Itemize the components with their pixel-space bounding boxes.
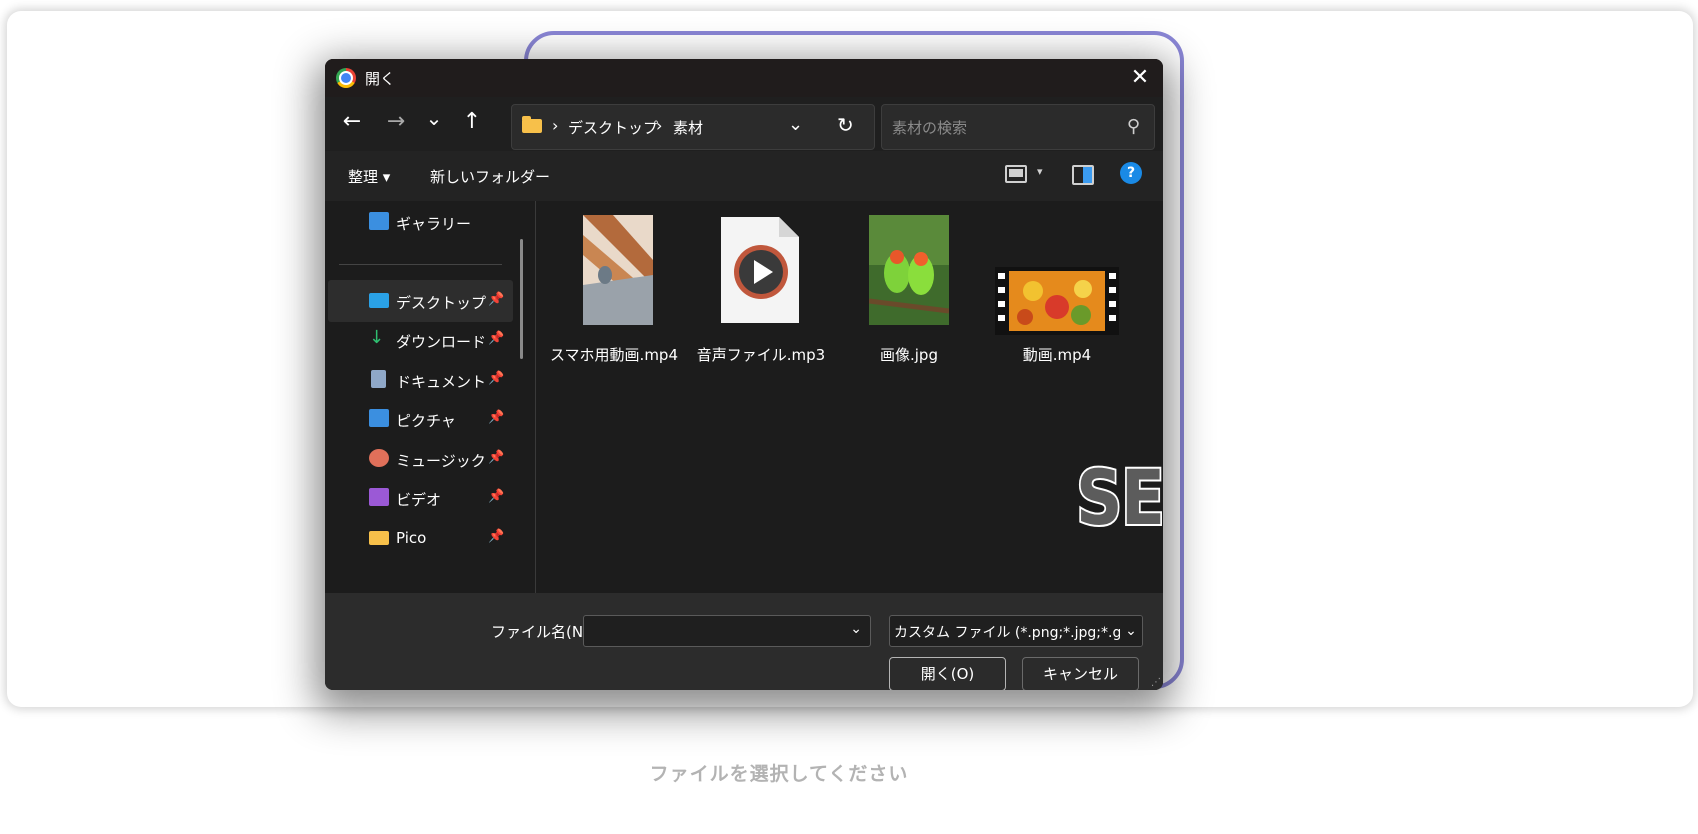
file-type-value: カスタム ファイル (*.png;*.jpg;*.gif;	[894, 625, 1135, 641]
file-item[interactable]: 音声ファイル.mp3	[686, 215, 836, 375]
file-item[interactable]: 動画.mp4	[982, 215, 1132, 375]
sidebar-item-downloads[interactable]: ↓ ダウンロード 📌	[328, 319, 513, 361]
command-bar: 整理 ▾ 新しいフォルダー ▾ ?	[325, 151, 1163, 201]
search-icon[interactable]: ⚲	[1127, 116, 1140, 137]
document-icon	[371, 370, 386, 388]
resize-grip-icon[interactable]: ⋰	[1151, 677, 1161, 688]
new-folder-button[interactable]: 新しいフォルダー	[430, 166, 550, 187]
pin-icon[interactable]: 📌	[488, 529, 504, 544]
organize-menu[interactable]: 整理 ▾	[348, 166, 390, 187]
chrome-icon	[336, 68, 356, 88]
file-list: スマホ用動画.mp4 音声ファイル.mp3 画像.jpg 動画.mp4 SE	[536, 201, 1163, 593]
sidebar-divider	[339, 264, 502, 265]
dialog-title: 開く	[365, 70, 396, 88]
sidebar-item-label: ダウンロード	[396, 333, 487, 351]
film-thumbnail-icon	[995, 267, 1119, 335]
search-box[interactable]: 素材の検索 ⚲	[881, 104, 1155, 150]
sidebar-item-label: デスクトップ	[396, 294, 487, 312]
sidebar-item-pico[interactable]: Pico 📌	[328, 517, 513, 559]
back-button[interactable]: ←	[337, 107, 367, 137]
pin-icon[interactable]: 📌	[488, 292, 504, 307]
file-name: 音声ファイル.mp3	[696, 346, 826, 364]
pictures-icon	[369, 409, 389, 427]
close-button[interactable]: ✕	[1117, 59, 1163, 97]
sidebar-item-label: ドキュメント	[396, 373, 487, 391]
pin-icon[interactable]: 📌	[488, 410, 504, 425]
file-item[interactable]: 画像.jpg	[834, 215, 984, 375]
folder-icon	[369, 531, 389, 545]
filename-label: ファイル名(N):	[491, 623, 594, 641]
up-button[interactable]: ↑	[457, 107, 487, 137]
title-bar: 開く ✕	[325, 59, 1163, 97]
recent-locations-button[interactable]: ⌄	[419, 103, 449, 133]
breadcrumb-current-folder[interactable]: 素材	[673, 117, 703, 138]
breadcrumb-desktop[interactable]: デスクトップ	[568, 117, 658, 138]
desktop-icon	[369, 293, 389, 308]
pin-icon[interactable]: 📌	[488, 331, 504, 346]
file-name: 画像.jpg	[880, 346, 938, 364]
file-name: スマホ用動画.mp4	[550, 346, 678, 364]
pin-icon[interactable]: 📌	[488, 371, 504, 386]
navigation-bar: ← → ⌄ ↑ › デスクトップ › 素材 ⌄ ↻ 素材の検索 ⚲	[325, 97, 1163, 151]
select-overlay-text: SELECT	[1074, 451, 1163, 544]
view-mode-icon[interactable]	[1005, 165, 1027, 183]
file-item[interactable]: スマホ用動画.mp4	[539, 215, 689, 375]
sidebar-item-music[interactable]: ミュージック 📌	[328, 438, 513, 480]
sidebar-item-videos[interactable]: ビデオ 📌	[328, 477, 513, 519]
image-thumbnail-icon	[869, 215, 949, 325]
sidebar-item-label: Pico	[396, 529, 427, 547]
videos-icon	[369, 488, 389, 506]
open-button[interactable]: 開く(O)	[889, 657, 1006, 690]
music-icon	[369, 449, 389, 467]
address-history-chevron-icon[interactable]: ⌄	[788, 114, 803, 135]
pin-icon[interactable]: 📌	[488, 450, 504, 465]
cancel-button[interactable]: キャンセル	[1022, 657, 1139, 690]
file-type-select[interactable]: カスタム ファイル (*.png;*.jpg;*.gif; ⌄	[889, 615, 1143, 647]
sidebar-scrollbar[interactable]	[520, 239, 523, 359]
instruction-caption: ファイルを選択してください	[649, 763, 909, 785]
sidebar-item-label: ビデオ	[396, 491, 442, 509]
dialog-footer: ファイル名(N): ⌄ カスタム ファイル (*.png;*.jpg;*.gif…	[325, 593, 1163, 690]
folder-icon	[522, 116, 542, 133]
sidebar-item-pictures[interactable]: ピクチャ 📌	[328, 398, 513, 440]
open-file-dialog: 開く ✕ ← → ⌄ ↑ › デスクトップ › 素材 ⌄ ↻ 素材の検索 ⚲ 整…	[325, 59, 1163, 690]
video-thumbnail-icon	[583, 215, 653, 325]
view-mode-chevron-icon[interactable]: ▾	[1037, 165, 1043, 178]
forward-button[interactable]: →	[381, 107, 411, 137]
download-icon: ↓	[369, 327, 385, 348]
chevron-down-icon[interactable]: ⌄	[850, 621, 862, 637]
sidebar-item-gallery[interactable]: ギャラリー	[328, 201, 513, 243]
search-input[interactable]: 素材の検索	[892, 117, 967, 138]
audio-file-icon	[721, 217, 799, 323]
refresh-icon[interactable]: ↻	[837, 113, 854, 137]
gallery-icon	[369, 212, 389, 230]
filename-field[interactable]: ⌄	[583, 615, 871, 647]
chevron-down-icon[interactable]: ⌄	[1120, 616, 1142, 646]
navigation-pane: ギャラリー デスクトップ 📌 ↓ ダウンロード 📌 ドキュメント 📌 ピクチャ …	[325, 201, 523, 593]
sidebar-item-label: ギャラリー	[396, 215, 472, 233]
breadcrumb-separator: ›	[552, 116, 559, 135]
sidebar-item-label: ミュージック	[396, 452, 486, 470]
sidebar-item-label: ピクチャ	[396, 412, 456, 430]
breadcrumb-separator: ›	[656, 116, 663, 135]
sidebar-item-desktop[interactable]: デスクトップ 📌	[328, 280, 513, 322]
preview-pane-icon[interactable]	[1072, 165, 1094, 185]
sidebar-item-documents[interactable]: ドキュメント 📌	[328, 359, 513, 401]
address-bar[interactable]: › デスクトップ › 素材 ⌄ ↻	[511, 104, 875, 150]
help-icon[interactable]: ?	[1120, 162, 1142, 184]
file-name: 動画.mp4	[1022, 346, 1092, 364]
pin-icon[interactable]: 📌	[488, 489, 504, 504]
